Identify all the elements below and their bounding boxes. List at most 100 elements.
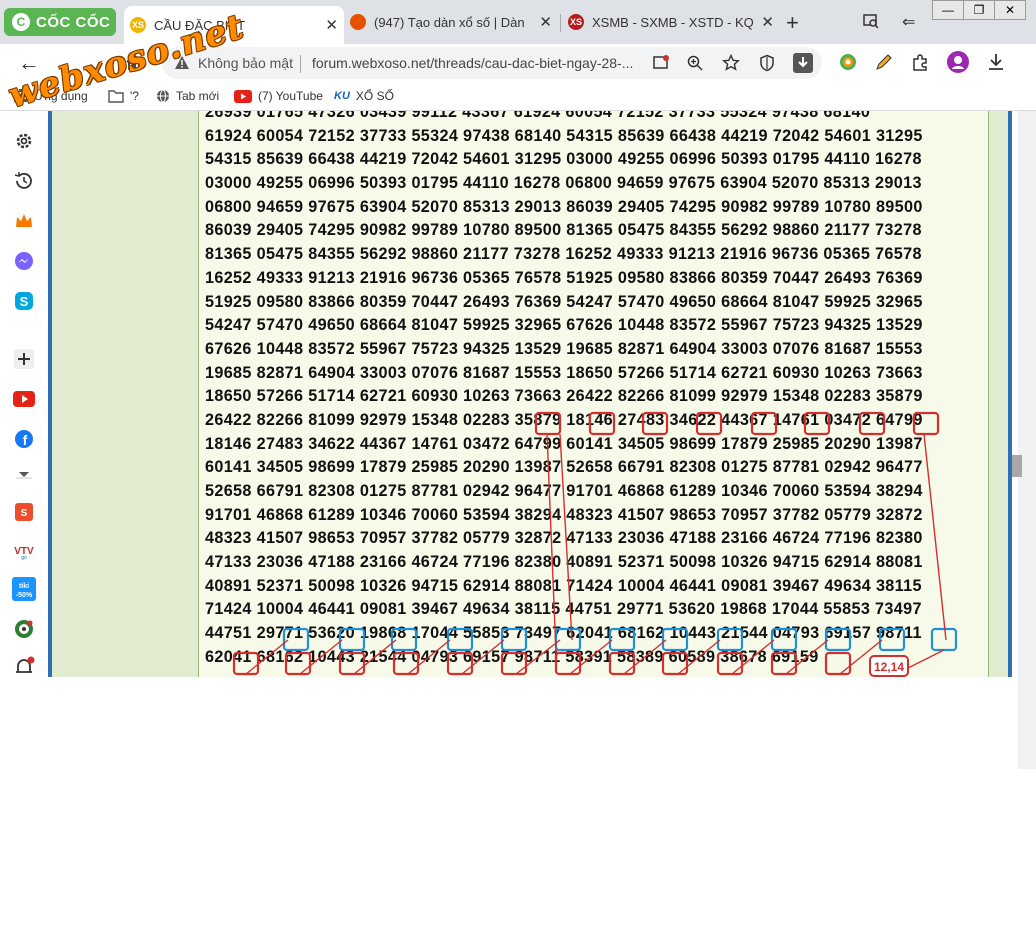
bookmark-star-icon[interactable] — [722, 54, 740, 72]
coccoc-extension-icon[interactable] — [838, 52, 858, 72]
facebook-icon[interactable]: f — [12, 427, 36, 451]
extensions-icon[interactable] — [910, 52, 930, 72]
add-icon[interactable] — [12, 347, 36, 371]
lottery-row: 61924 60054 72152 37733 55324 97438 6814… — [205, 126, 923, 145]
url-text[interactable]: forum.webxoso.net/threads/cau-dac-biet-n… — [312, 55, 642, 71]
tab-divider — [560, 14, 561, 32]
history-icon[interactable] — [12, 169, 36, 193]
new-tab-button[interactable]: + — [786, 10, 799, 36]
svg-text:S: S — [20, 294, 29, 309]
restore-button[interactable]: ❐ — [964, 1, 995, 19]
blank-scroll-area — [1018, 677, 1036, 769]
folder-icon — [108, 90, 124, 103]
screenshot-icon[interactable] — [652, 54, 670, 72]
bookmark-youtube[interactable]: (7) YouTube — [234, 89, 323, 103]
bookmarks-bar: Ứng dụng '? Tab mới (7) YouTube KU XỔ SỐ — [0, 82, 1036, 111]
tab-tao-dan[interactable]: (947) Tạo dàn xổ số | Dàn ✕ — [344, 6, 558, 38]
bookmark-folder[interactable]: '? — [108, 89, 139, 103]
lottery-row: 91701 46868 61289 10346 70060 53594 3829… — [205, 505, 923, 524]
skype-icon[interactable]: S — [12, 289, 36, 313]
lottery-row: 26422 82266 81099 92979 15348 02283 3587… — [205, 410, 923, 429]
lottery-row: 16252 49333 91213 21916 96736 05365 7657… — [205, 268, 923, 287]
bookmark-xoso[interactable]: KU XỔ SỐ — [334, 89, 394, 103]
settings-icon[interactable] — [12, 129, 36, 153]
logo-text: CỐC CỐC — [36, 13, 111, 31]
lottery-row: 18146 27483 34622 44367 14761 03472 6479… — [205, 434, 923, 453]
tab-xsmb[interactable]: XS XSMB - SXMB - XSTD - KQ ✕ — [562, 6, 780, 38]
lottery-row: 67626 10448 83572 55967 75723 94325 1352… — [205, 339, 923, 358]
post-right-margin — [988, 111, 1009, 677]
svg-text:S: S — [21, 508, 28, 519]
bookmark-label: XỔ SỐ — [355, 89, 394, 103]
youtube-icon[interactable] — [12, 387, 36, 411]
download-page-icon[interactable] — [792, 52, 814, 74]
bookmark-label: Tab mới — [176, 89, 220, 103]
scrollbar-track[interactable] — [1018, 111, 1036, 677]
youtube-icon — [234, 89, 252, 103]
lottery-row: 47133 23036 47188 23166 46724 77196 8238… — [205, 553, 923, 572]
profile-avatar-icon[interactable] — [946, 50, 970, 74]
bookmark-new-tab[interactable]: Tab mới — [156, 89, 219, 103]
crown-icon[interactable] — [12, 209, 36, 233]
blank-area — [8, 677, 1020, 769]
svg-text:go: go — [21, 555, 27, 560]
tab-back-icon[interactable]: ⇐ — [902, 12, 915, 32]
close-icon[interactable]: ✕ — [761, 13, 774, 31]
globe-icon — [157, 89, 169, 103]
football-icon[interactable] — [12, 617, 36, 641]
lottery-row: 62041 68162 10443 21544 04793 69157 9871… — [205, 647, 819, 666]
xs-icon: XS — [568, 14, 584, 30]
lottery-grid: 26939 01765 47326 03439 99112 43367 6192… — [198, 111, 989, 677]
close-icon[interactable]: ✕ — [325, 16, 338, 34]
sidebar: S f S VTV go tiki -50% — [0, 111, 48, 677]
coccoc-logo[interactable]: C CỐC CỐC — [4, 8, 116, 36]
lottery-rows: 26939 01765 47326 03439 99112 43367 6192… — [205, 111, 923, 670]
downloads-icon[interactable] — [986, 52, 1006, 72]
lottery-row: 54315 85639 66438 44219 72042 54601 3129… — [205, 150, 922, 169]
messenger-icon[interactable] — [12, 249, 36, 273]
zoom-icon[interactable] — [686, 54, 704, 72]
close-window-button[interactable]: ✕ — [995, 1, 1025, 19]
lottery-row: 26939 01765 47326 03439 99112 43367 6192… — [205, 111, 871, 121]
lottery-row: 48323 41507 98653 70957 37782 05779 3287… — [205, 529, 923, 548]
more-icon[interactable] — [12, 465, 36, 483]
forum-post-content: 26939 01765 47326 03439 99112 43367 6192… — [52, 111, 1018, 677]
notification-icon[interactable] — [12, 655, 36, 679]
xs-icon: XS — [130, 17, 146, 33]
lottery-row: 86039 29405 74295 90982 99789 10780 8950… — [205, 221, 922, 240]
post-author-column — [52, 111, 198, 677]
vtv-icon[interactable]: VTV go — [12, 539, 36, 563]
post-right-border — [1008, 111, 1012, 677]
lottery-row: 44751 29771 53620 19868 17044 55853 7349… — [205, 624, 922, 643]
lottery-row: 06800 94659 97675 63904 52070 85313 2901… — [205, 197, 923, 216]
omnibox-divider — [300, 55, 301, 73]
lottery-row: 60141 34505 98699 17879 25985 20290 1398… — [205, 458, 923, 477]
svg-text:tiki: tiki — [19, 583, 29, 590]
shield-icon[interactable] — [758, 54, 776, 72]
coccoc-logo-icon: C — [12, 13, 30, 31]
lottery-row: 40891 52371 50098 10326 94715 62914 8808… — [205, 576, 922, 595]
scrollbar-thumb[interactable] — [1012, 455, 1022, 477]
lottery-row: 81365 05475 84355 56292 98860 21177 7327… — [205, 245, 922, 264]
firefox-like-icon — [350, 14, 366, 30]
lottery-row: 71424 10004 46441 09081 39467 49634 3811… — [205, 600, 922, 619]
tiki-icon[interactable]: tiki -50% — [12, 577, 36, 601]
pencil-icon[interactable] — [874, 52, 894, 72]
lottery-row: 18650 57266 51714 62721 60930 10263 7366… — [205, 387, 923, 406]
tab-search-icon[interactable] — [862, 12, 880, 30]
ku-icon: KU — [334, 90, 350, 102]
bookmark-label: (7) YouTube — [258, 89, 323, 103]
lottery-row: 19685 82871 64904 33003 07076 81687 1555… — [205, 363, 923, 382]
minimize-button[interactable]: — — [933, 1, 964, 19]
close-icon[interactable]: ✕ — [539, 13, 552, 31]
lottery-row: 52658 66791 82308 01275 87781 02942 9647… — [205, 482, 923, 500]
security-label[interactable]: Không bảo mật — [198, 55, 293, 71]
tab-title: XSMB - SXMB - XSTD - KQ — [592, 14, 754, 30]
bookmark-label: '? — [130, 89, 139, 103]
address-bar[interactable]: Không bảo mật forum.webxoso.net/threads/… — [162, 47, 822, 79]
lottery-row: 51925 09580 83866 80359 70447 26493 7636… — [205, 292, 923, 311]
svg-text:f: f — [23, 432, 28, 448]
lottery-row: 03000 49255 06996 50393 01795 44110 1627… — [205, 174, 922, 193]
shopee-icon[interactable]: S — [12, 499, 36, 523]
svg-text:-50%: -50% — [16, 592, 33, 599]
